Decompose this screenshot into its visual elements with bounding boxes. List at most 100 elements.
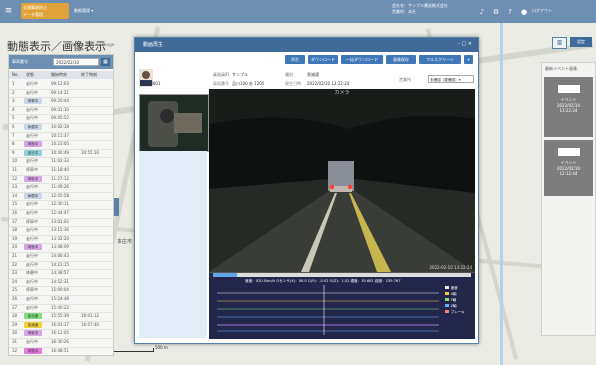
- office-name: 営業所：本社: [392, 9, 416, 14]
- status-badge: 急減速: [24, 321, 42, 328]
- status-badge: 休憩中: [26, 270, 38, 276]
- event-card[interactable]: イベント 2022/02/10 13:22:24: [544, 77, 593, 137]
- end-time: 10:55:10: [81, 149, 99, 155]
- help-icon[interactable]: ?: [506, 8, 514, 16]
- row-number: 11: [12, 167, 18, 172]
- row-number: 3: [12, 98, 15, 104]
- layout-toggle-button[interactable]: ▥: [552, 37, 567, 49]
- save-image-button[interactable]: 画像保存: [386, 55, 416, 64]
- top-bar: ≡ 交通事故防止 データ管理 動態管理 ▾ 会社名：サンプル運送株式会社 営業所…: [0, 0, 596, 23]
- driver-id-label: 乗務員ID: [213, 72, 230, 77]
- row-number: 5: [12, 115, 15, 121]
- graph-legend: 速度 X軸 Y軸 Z軸 ブレーキ: [445, 285, 471, 315]
- row-number: 27: [12, 304, 18, 310]
- date-input[interactable]: 2022/02/10: [53, 58, 99, 66]
- status-badge: 走行中: [24, 149, 42, 156]
- cabin-camera-thumbnail[interactable]: [139, 94, 209, 152]
- status-badge: 荷役中: [24, 141, 42, 148]
- start-time: 12:05:58: [51, 192, 69, 198]
- bulk-download-button[interactable]: 一括ダウンロード: [341, 55, 383, 64]
- start-time: 09:14:21: [51, 89, 69, 95]
- dialog-title-bar[interactable]: 動画再生: [135, 38, 478, 52]
- start-time: 10:40:49: [51, 149, 69, 155]
- row-number: 32: [12, 347, 18, 353]
- status-badge: 停車中: [26, 218, 38, 224]
- row-number: 2: [12, 89, 15, 95]
- status-badge: 走行中: [26, 296, 38, 301]
- thumbnail-placeholder: [557, 148, 580, 156]
- company-info: 会社名：サンプル運送株式会社 営業所：本社: [392, 3, 448, 15]
- start-time: 13:48:09: [51, 244, 69, 250]
- legend-z: Z軸: [450, 304, 457, 308]
- play-button[interactable]: 再生: [285, 55, 305, 64]
- row-number: 24: [12, 278, 18, 284]
- event-card-time: 13:22:24: [559, 108, 578, 113]
- status-badge: 走行中: [26, 304, 38, 310]
- hamburger-menu-icon[interactable]: ≡: [3, 6, 14, 17]
- row-number: 4: [12, 106, 15, 112]
- start-time: 16:03:17: [51, 321, 69, 327]
- fullscreen-button[interactable]: フルスクリーン: [419, 55, 461, 64]
- start-time: 11:18:40: [51, 167, 69, 172]
- status-badge: 荷役中: [24, 347, 42, 354]
- status-badge: 停車中: [24, 98, 42, 105]
- end-time: 16:01:12: [81, 313, 99, 319]
- event-panel-title: 最新イベント画像: [545, 66, 577, 71]
- calendar-icon[interactable]: ▦: [101, 58, 110, 66]
- start-time: 09:45:52: [51, 115, 69, 121]
- event-card[interactable]: イベント 2022/02/10 12:12:44: [544, 140, 593, 196]
- event-time-value: 2022/02/10 13:22:24: [307, 81, 350, 86]
- review-status-select[interactable]: 未確認（要確認）▾: [428, 75, 474, 83]
- legend-speed: 速度: [450, 286, 458, 290]
- row-number: 1: [12, 81, 15, 86]
- start-time: 09:20:44: [51, 98, 69, 104]
- col-end: 終了時刻: [81, 72, 97, 77]
- start-time: 13:15:36: [51, 227, 69, 233]
- start-time: 09:12:03: [51, 81, 69, 86]
- start-time: 10:23:05: [51, 141, 69, 147]
- page-subtitle: Vehicle status / Image: [70, 42, 115, 47]
- map-scale-bar: [112, 348, 154, 352]
- row-number: 17: [12, 218, 18, 224]
- row-number: 18: [12, 227, 18, 233]
- bell-icon[interactable]: ♪: [478, 8, 486, 16]
- table-row[interactable]: 32 荷役中 16:48:51: [9, 347, 113, 354]
- map-place-label: 本庄市: [117, 239, 133, 245]
- start-time: 16:30:26: [51, 339, 69, 344]
- row-number: 19: [12, 235, 18, 241]
- settings-icon[interactable]: ⚙: [492, 8, 500, 16]
- thumbnail-placeholder: [557, 85, 580, 93]
- list-column-header: No. 状態 開始時刻 終了時刻: [9, 71, 113, 79]
- vehicle-list: 1 走行中 09:12:03 2 走行中 09:14:21 3 停車中 09:20:44 4 走行中…: [9, 80, 113, 354]
- sensor-graph[interactable]: 速度：020.0km/h Gセンサ(X)：00.0 G(Y)：-0.02 G(Z…: [209, 272, 475, 339]
- nav-dropdown[interactable]: 動態管理 ▾: [74, 8, 93, 14]
- row-number: 26: [12, 296, 18, 301]
- dialog-window-controls[interactable]: - □ ×: [458, 41, 472, 47]
- map-settings-button[interactable]: 設定: [570, 37, 592, 47]
- row-number: 12: [12, 175, 18, 181]
- front-camera-video[interactable]: カメラ 2022-02-10 13:22:24: [209, 89, 475, 272]
- status-badge: 走行中: [26, 278, 38, 284]
- logout-link[interactable]: ログアウト: [532, 8, 552, 14]
- start-time: 16:12:05: [51, 330, 69, 336]
- event-type-label: 種別: [285, 72, 293, 77]
- status-badge: 走行中: [26, 81, 38, 86]
- start-time: 14:21:15: [51, 261, 69, 267]
- status-badge: 走行中: [26, 201, 38, 207]
- row-number: 14: [12, 192, 18, 198]
- add-button[interactable]: +: [464, 55, 473, 64]
- app-logo[interactable]: 交通事故防止 データ管理: [21, 3, 69, 19]
- row-number: 31: [12, 339, 18, 344]
- status-badge: 走行中: [26, 106, 38, 112]
- status-badge: 急加速: [24, 313, 42, 320]
- row-number: 15: [12, 201, 18, 207]
- user-icon[interactable]: ●: [520, 8, 528, 16]
- col-status: 状態: [26, 72, 34, 77]
- status-badge: 荷役中: [24, 244, 42, 251]
- download-button[interactable]: ダウンロード: [308, 55, 338, 64]
- event-image-panel: 最新イベント画像 イベント 2022/02/10 13:22:24 イベント 2…: [541, 62, 596, 336]
- vehicle-label: 車両番号: [213, 81, 229, 86]
- row-number: 25: [12, 287, 18, 293]
- legend-x: X軸: [450, 292, 457, 296]
- row-number: 21: [12, 253, 18, 258]
